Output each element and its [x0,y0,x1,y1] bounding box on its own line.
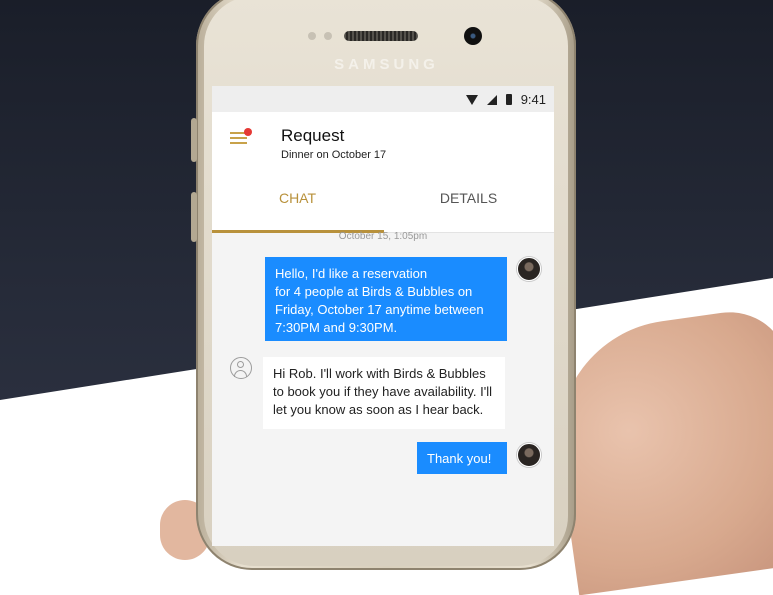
message-line: for 4 people at Birds & Bubbles on [275,284,473,299]
assistant-avatar-icon [230,357,252,379]
wifi-icon [465,94,478,105]
speaker-grille [344,31,418,41]
user-avatar [517,257,541,281]
cell-signal-icon [486,94,497,105]
tab-chat[interactable]: CHAT [212,184,383,232]
tab-details[interactable]: DETAILS [383,184,554,232]
message-bubble-assistant[interactable]: Hi Rob. I'll work with Birds & Bubbles t… [263,357,505,429]
message-line: to book you if they have availability. I… [273,384,493,399]
hand-image [543,304,773,595]
message-line: Thank you! [427,451,492,466]
message-line: let you know as soon as I hear back. [273,402,484,417]
notification-dot [244,128,252,136]
status-time: 9:41 [520,92,546,107]
tab-bar: CHAT DETAILS [212,184,554,233]
message-bubble-user[interactable]: Hello, I'd like a reservation for 4 peop… [265,257,507,341]
volume-button [191,118,197,162]
hamburger-menu-icon[interactable] [230,128,252,146]
sensor-icon [308,32,316,40]
battery-icon [505,94,512,105]
message-line: 7:30PM and 9:30PM. [275,320,398,335]
app-bar: Request Dinner on October 17 [212,112,554,184]
page-subtitle: Dinner on October 17 [281,149,387,161]
message-bubble-user[interactable]: Thank you! [417,442,507,474]
sensor-icon [324,32,332,40]
message-line: Hi Rob. I'll work with Birds & Bubbles [273,366,486,381]
message-line: Friday, October 17 anytime between [275,302,484,317]
user-avatar [517,443,541,467]
message-line: Hello, I'd like a reservation [275,266,428,281]
front-camera-icon [464,27,482,45]
phone-screen: 9:41 Request Dinner on October 17 CHAT D… [212,86,554,546]
device-brand-logo: SAMSUNG [334,56,439,73]
status-bar: 9:41 [212,86,554,112]
side-button [191,192,197,242]
page-title: Request [281,126,345,145]
chat-timestamp: October 15, 1:05pm [338,231,428,242]
